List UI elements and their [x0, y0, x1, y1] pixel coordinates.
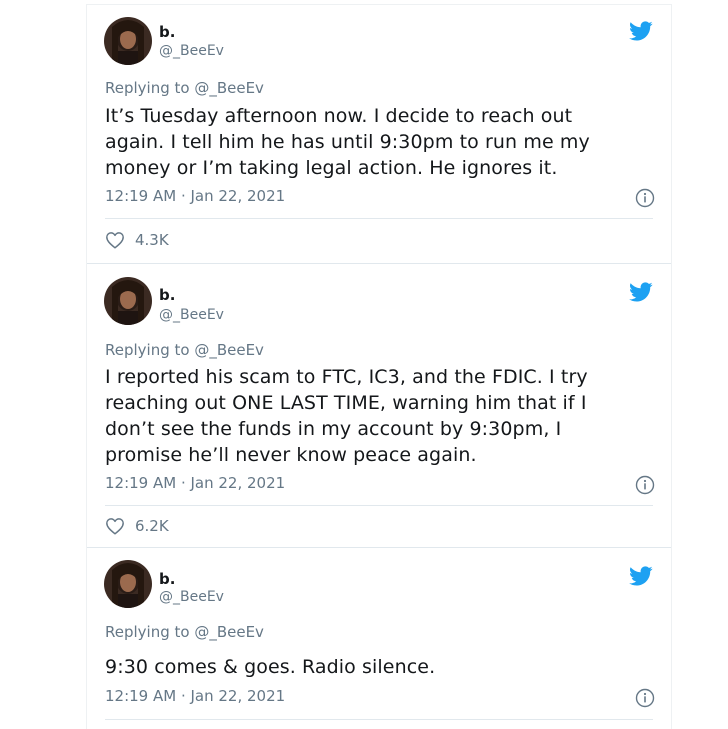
tweet-text-line: again. I tell him he has until 9:30pm to…	[105, 131, 590, 153]
tweet-timestamp[interactable]: 12:19 AM · Jan 22, 2021	[105, 187, 285, 205]
divider	[105, 218, 653, 219]
replying-to-label: Replying to @_BeeEv	[105, 623, 264, 641]
tweet-text-line: promise he’ll never know peace again.	[105, 444, 477, 466]
info-icon[interactable]	[635, 688, 655, 708]
display-name[interactable]: b.	[159, 286, 175, 304]
tweet-timestamp[interactable]: 12:19 AM · Jan 22, 2021	[105, 474, 285, 492]
divider	[105, 719, 653, 720]
like-count: 4.3K	[135, 231, 169, 249]
info-icon[interactable]	[635, 188, 655, 208]
like-button[interactable]: 4.3K	[105, 231, 169, 249]
heart-icon	[106, 232, 124, 249]
tweet-text-line: I reported his scam to FTC, IC3, and the…	[105, 366, 588, 388]
twitter-bird-icon[interactable]	[627, 564, 655, 588]
tweet-card[interactable]: b. @_BeeEv Replying to @_BeeEv I reporte…	[87, 264, 671, 548]
tweet-text: It’s Tuesday afternoon now. I decide to …	[105, 103, 657, 181]
info-icon[interactable]	[635, 475, 655, 495]
display-name[interactable]: b.	[159, 23, 175, 41]
tweet-text-line: reaching out ONE LAST TIME, warning him …	[105, 392, 587, 414]
replying-to-label: Replying to @_BeeEv	[105, 341, 264, 359]
tweet-text: I reported his scam to FTC, IC3, and the…	[105, 364, 657, 468]
tweet-timestamp[interactable]: 12:19 AM · Jan 22, 2021	[105, 687, 285, 705]
like-button[interactable]: 6.2K	[105, 517, 169, 535]
avatar[interactable]	[104, 17, 152, 65]
tweet-card[interactable]: b. @_BeeEv Replying to @_BeeEv It’s Tues…	[87, 5, 671, 264]
user-handle[interactable]: @_BeeEv	[159, 307, 224, 323]
tweet-thread: b. @_BeeEv Replying to @_BeeEv It’s Tues…	[86, 4, 672, 729]
divider	[105, 505, 653, 506]
avatar[interactable]	[104, 560, 152, 608]
like-count: 6.2K	[135, 517, 169, 535]
tweet-text-line: It’s Tuesday afternoon now. I decide to …	[105, 105, 573, 127]
twitter-bird-icon[interactable]	[627, 19, 655, 43]
twitter-bird-icon[interactable]	[627, 280, 655, 304]
tweet-text-line: don’t see the funds in my account by 9:3…	[105, 418, 562, 440]
user-handle[interactable]: @_BeeEv	[159, 43, 224, 59]
display-name[interactable]: b.	[159, 570, 175, 588]
tweet-text-line: money or I’m taking legal action. He ign…	[105, 157, 558, 179]
heart-icon	[106, 518, 124, 535]
replying-to-label: Replying to @_BeeEv	[105, 79, 264, 97]
tweet-card[interactable]: b. @_BeeEv Replying to @_BeeEv 9:30 come…	[87, 548, 671, 729]
avatar[interactable]	[104, 277, 152, 325]
user-handle[interactable]: @_BeeEv	[159, 589, 224, 605]
tweet-text-line: 9:30 comes & goes. Radio silence.	[105, 656, 436, 678]
tweet-text: 9:30 comes & goes. Radio silence.	[105, 654, 657, 680]
